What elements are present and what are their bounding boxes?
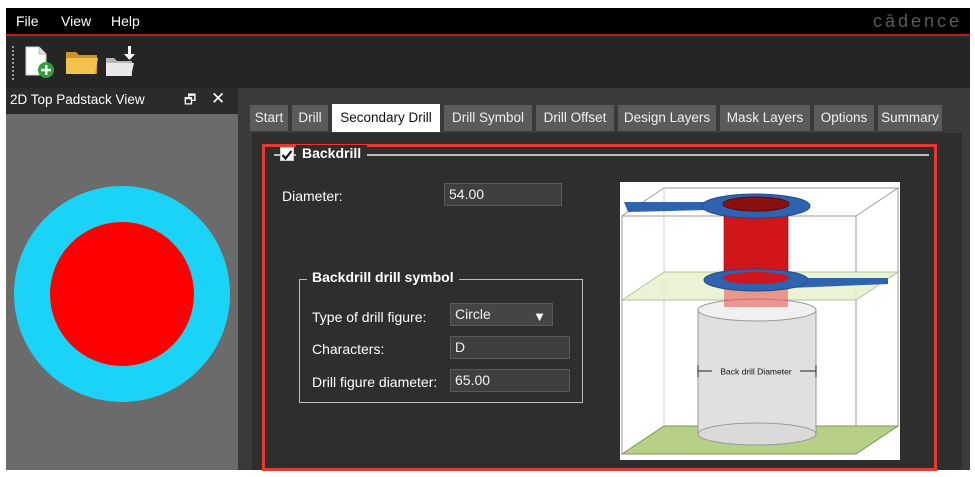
backdrill-diagram: Back drill Diameter <box>620 182 900 460</box>
cadence-logo: cādence <box>872 11 962 31</box>
tab-drill[interactable]: Drill <box>292 105 328 131</box>
close-icon[interactable]: ✕ <box>211 89 225 109</box>
drill-figure-diameter-input[interactable]: 65.00 <box>450 369 570 392</box>
tab-options[interactable]: Options <box>814 105 874 131</box>
panel-title: 2D Top Padstack View <box>10 92 145 107</box>
backdrill-checkbox-label[interactable]: Backdrill <box>296 145 368 161</box>
backdrill-group-line <box>274 154 929 156</box>
panel-header: 2D Top Padstack View 🗗 ✕ <box>6 88 238 114</box>
tab-start[interactable]: Start <box>250 105 288 131</box>
app-window: File View Help cādence 2D Top Padstack V… <box>6 8 970 471</box>
tab-secondary-drill[interactable]: Secondary Drill <box>332 104 440 132</box>
diameter-label: Diameter: <box>282 188 343 204</box>
padstack-view-panel: 2D Top Padstack View 🗗 ✕ <box>6 88 238 470</box>
menu-view[interactable]: View <box>61 13 91 29</box>
open-folder-icon[interactable] <box>64 44 100 80</box>
tab-design-layers[interactable]: Design Layers <box>618 105 716 131</box>
menu-file[interactable]: File <box>16 13 39 29</box>
tab-drill-symbol[interactable]: Drill Symbol <box>444 105 532 131</box>
menu-bar: File View Help cādence <box>6 8 970 36</box>
tab-drill-offset[interactable]: Drill Offset <box>536 105 614 131</box>
back-drill-diameter-annotation: Back drill Diameter <box>720 367 791 377</box>
backdrill-checkbox[interactable] <box>280 147 294 161</box>
drill-figure-diameter-label: Drill figure diameter: <box>312 374 438 390</box>
diameter-input[interactable]: 54.00 <box>444 183 562 206</box>
check-mark-icon <box>281 150 293 161</box>
toolbar <box>6 38 970 88</box>
import-folder-icon[interactable] <box>104 44 140 80</box>
tab-mask-layers[interactable]: Mask Layers <box>720 105 810 131</box>
drill-inner-circle <box>50 222 194 366</box>
editor-panel: Start Drill Secondary Drill Drill Symbol… <box>238 88 970 471</box>
backdrill-symbol-title: Backdrill drill symbol <box>307 269 459 285</box>
drill-figure-type-select[interactable]: Circle ▼ <box>450 303 553 326</box>
characters-input[interactable]: D <box>450 336 570 359</box>
tab-summary[interactable]: Summary <box>878 105 942 131</box>
padstack-canvas <box>14 186 230 402</box>
secondary-drill-page: Backdrill Diameter: 54.00 Backdrill dril… <box>252 133 962 471</box>
toolbar-grip[interactable] <box>12 46 15 80</box>
new-file-icon[interactable] <box>22 44 58 80</box>
characters-label: Characters: <box>312 341 385 357</box>
float-icon[interactable]: 🗗 <box>184 91 196 113</box>
drill-figure-type-value: Circle <box>455 306 491 322</box>
drill-figure-type-label: Type of drill figure: <box>312 309 427 325</box>
menu-help[interactable]: Help <box>111 13 140 29</box>
chevron-down-icon: ▼ <box>533 309 546 324</box>
